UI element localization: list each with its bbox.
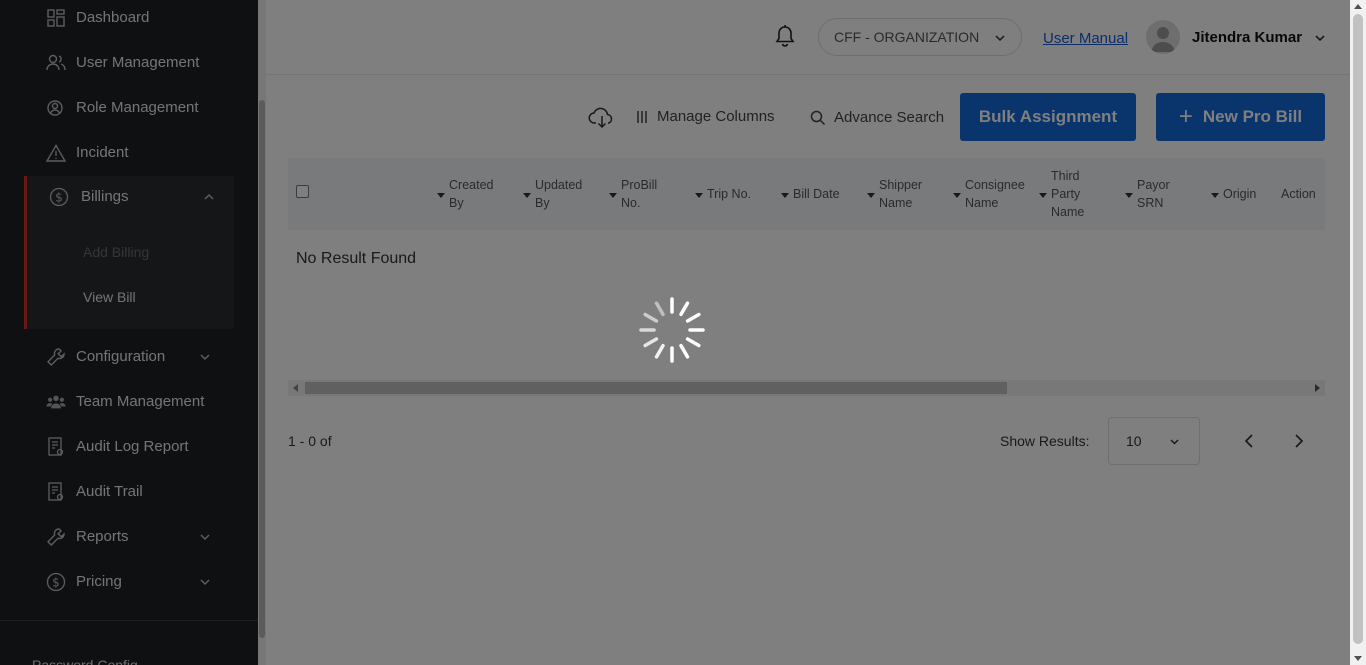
window-scrollbar-thumb[interactable] <box>1353 14 1363 644</box>
spinner-tick <box>685 337 701 348</box>
scroll-up-arrow[interactable] <box>1354 4 1362 9</box>
spinner-tick <box>679 343 690 359</box>
scroll-down-arrow[interactable] <box>1354 656 1362 661</box>
spinner-tick <box>643 337 659 348</box>
spinner-tick <box>643 312 659 323</box>
spinner-tick <box>685 312 701 323</box>
spinner-tick <box>679 301 690 317</box>
spinner-tick <box>654 343 665 359</box>
spinner-tick <box>654 301 665 317</box>
loading-spinner <box>639 297 705 363</box>
window-scrollbar[interactable] <box>1350 0 1366 665</box>
